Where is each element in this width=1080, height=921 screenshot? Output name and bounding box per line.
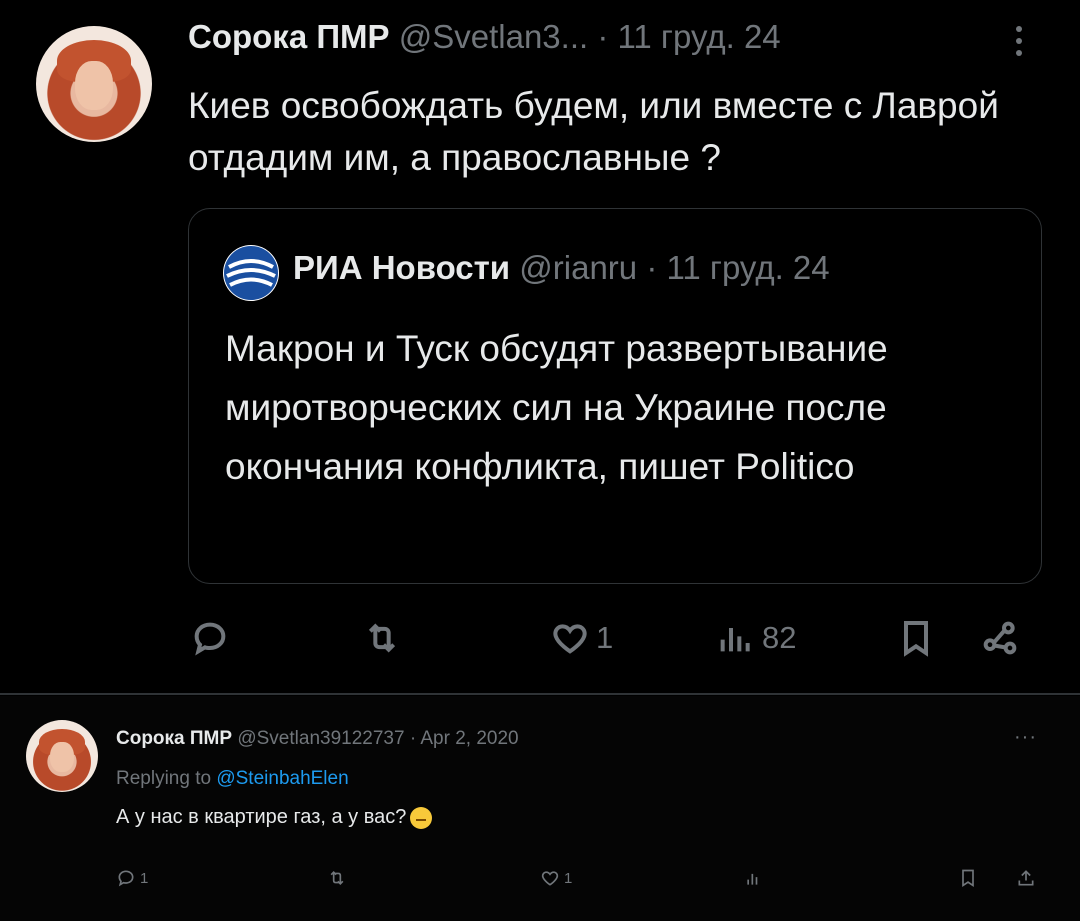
reply-count: 1 (140, 869, 149, 887)
tweet-header: Сорока ПМР @Svetlan3... · 11 груд. 24 (188, 18, 781, 56)
bookmark-button[interactable] (896, 618, 936, 658)
ria-logo-icon (223, 245, 279, 301)
quoted-author-handle[interactable]: @rianru (519, 249, 637, 286)
tweet-date: · Apr 2, 2020 (409, 728, 519, 749)
reply-button[interactable] (190, 618, 230, 658)
bookmark-icon (904, 621, 928, 657)
reply-icon (194, 622, 226, 656)
author-name: Сорока ПМР (116, 728, 233, 749)
views-button (744, 868, 764, 888)
reply-button: 1 (116, 868, 148, 888)
upload-icon (1018, 870, 1034, 886)
share-button (1016, 868, 1036, 888)
quoted-author-name[interactable]: РИА Новости (293, 249, 510, 286)
quoted-tweet-header: РИА Новости @rianru · 11 груд. 24 (293, 249, 830, 287)
quoted-tweet[interactable]: РИА Новости @rianru · 11 груд. 24 Макрон… (188, 208, 1042, 584)
like-count: 1 (564, 869, 573, 887)
retweet-button[interactable] (360, 618, 404, 658)
screenshot-tweet: Сорока ПМР @Svetlan39122737 · Apr 2, 202… (0, 696, 1080, 921)
tweet[interactable]: Сорока ПМР @Svetlan3... · 11 груд. 24 Ки… (0, 0, 1080, 690)
share-icon (983, 621, 1017, 655)
thinking-face-emoji-icon (410, 806, 433, 829)
views-icon (720, 628, 750, 652)
author-handle: @Svetlan39122737 (237, 728, 405, 749)
like-icon (553, 624, 587, 654)
share-button[interactable] (980, 618, 1020, 658)
avatar[interactable] (36, 26, 152, 142)
replying-to: Replying to @SteinbahElen (116, 768, 349, 790)
author-name[interactable]: Сорока ПМР (188, 18, 390, 55)
tweet-text: А у нас в квартире газ, а у вас? (116, 806, 433, 829)
more-options-icon[interactable] (1016, 26, 1024, 62)
tweet-text-content: А у нас в квартире газ, а у вас? (116, 806, 407, 828)
divider (0, 693, 1080, 695)
reply-icon (118, 870, 134, 887)
retweet-icon (330, 870, 344, 886)
replying-prefix: Replying to (116, 768, 212, 789)
like-count: 1 (596, 620, 614, 655)
views-icon (747, 873, 758, 885)
quoted-tweet-date[interactable]: · 11 груд. 24 (646, 249, 829, 286)
like-icon (541, 871, 559, 886)
views-button[interactable]: 82 (716, 618, 796, 658)
views-count: 82 (762, 620, 797, 655)
retweet-icon (368, 623, 396, 653)
quoted-tweet-text: Макрон и Туск обсудят развертывание миро… (225, 328, 888, 487)
avatar (26, 720, 98, 792)
replying-mention: @SteinbahElen (216, 768, 349, 789)
author-handle[interactable]: @Svetlan3... (399, 18, 588, 55)
retweet-button (326, 868, 348, 888)
like-button: 1 (540, 868, 572, 888)
tweet-actions: 1 82 (0, 616, 1080, 666)
bookmark-button (958, 868, 978, 888)
tweet-date[interactable]: · 11 груд. 24 (597, 18, 780, 55)
like-button[interactable]: 1 (550, 618, 613, 658)
bookmark-icon (962, 869, 974, 888)
tweet-text: Киев освобождать будем, или вместе с Лав… (188, 85, 999, 178)
tweet-header: Сорока ПМР @Svetlan39122737 · Apr 2, 202… (116, 728, 519, 750)
more-options-icon: ··· (1014, 726, 1037, 748)
